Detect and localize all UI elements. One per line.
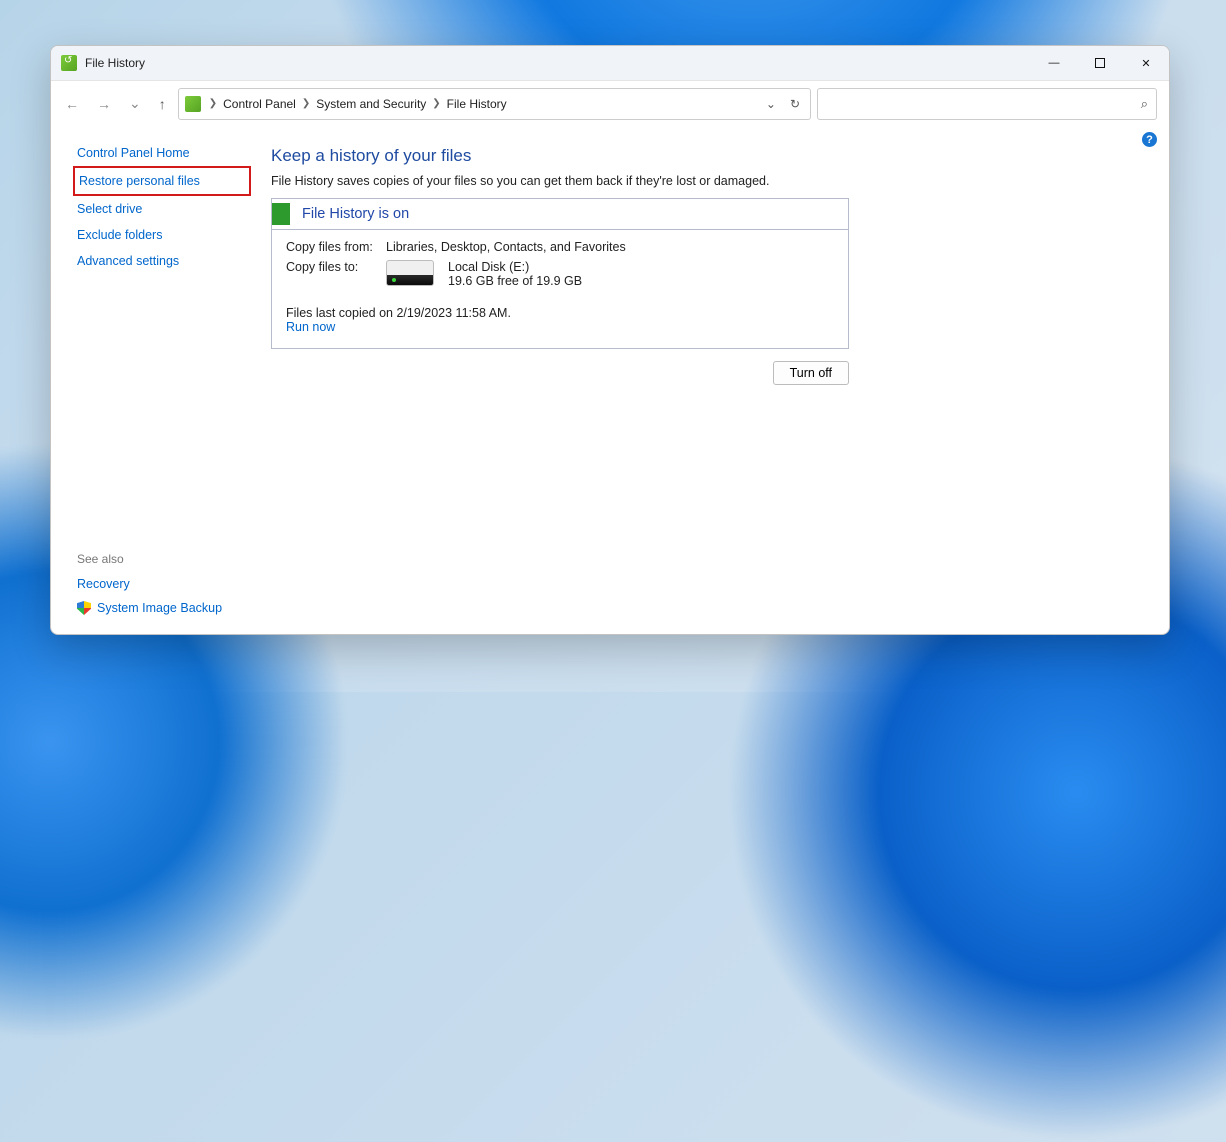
back-icon[interactable]: ← — [65, 96, 79, 112]
sidebar-link-select-drive[interactable]: Select drive — [73, 196, 251, 222]
copy-from-label: Copy files from: — [286, 240, 386, 254]
last-copied-text: Files last copied on 2/19/2023 11:58 AM. — [286, 306, 834, 320]
window-controls: — ✕ — [1031, 46, 1169, 81]
button-row: Turn off — [271, 361, 849, 385]
search-icon: ⌕ — [1141, 96, 1148, 112]
breadcrumb-item[interactable]: Control Panel — [219, 97, 300, 111]
turn-off-button[interactable]: Turn off — [773, 361, 849, 385]
see-also-label: Recovery — [77, 577, 130, 591]
search-box[interactable]: ⌕ — [817, 88, 1157, 120]
file-history-icon — [61, 55, 77, 71]
chevron-right-icon: ❯ — [207, 98, 219, 109]
titlebar[interactable]: File History — ✕ — [51, 46, 1169, 81]
see-also-header: See also — [73, 546, 251, 572]
chevron-right-icon: ❯ — [430, 98, 442, 109]
status-box: File History is on Copy files from: Libr… — [271, 198, 849, 349]
up-icon[interactable]: ↑ — [159, 96, 166, 112]
nav-icons: ← → ⌄ ↑ — [63, 95, 172, 112]
address-dropdown-icon[interactable]: ⌄ — [766, 97, 776, 111]
chevron-right-icon: ❯ — [300, 98, 312, 109]
maximize-button[interactable] — [1077, 46, 1123, 81]
body: ? Control Panel Home Restore personal fi… — [51, 126, 1169, 634]
sidebar: Control Panel Home Restore personal file… — [51, 126, 261, 634]
main-content: Keep a history of your files File Histor… — [261, 126, 1169, 634]
page-heading: Keep a history of your files — [271, 146, 1145, 166]
sidebar-link-advanced[interactable]: Advanced settings — [73, 248, 251, 274]
see-also-label: System Image Backup — [97, 601, 222, 615]
window-title: File History — [85, 56, 145, 70]
copy-from-value: Libraries, Desktop, Contacts, and Favori… — [386, 240, 626, 254]
status-body: Copy files from: Libraries, Desktop, Con… — [272, 230, 848, 348]
status-title: File History is on — [302, 206, 409, 222]
close-button[interactable]: ✕ — [1123, 46, 1169, 81]
disk-name: Local Disk (E:) — [448, 260, 582, 274]
control-panel-icon — [185, 96, 201, 112]
breadcrumb-item[interactable]: System and Security — [312, 97, 430, 111]
help-icon[interactable]: ? — [1142, 132, 1157, 147]
see-also-recovery[interactable]: Recovery — [73, 572, 251, 596]
copy-to-label: Copy files to: — [286, 260, 386, 288]
see-also-system-image-backup[interactable]: System Image Backup — [73, 596, 251, 620]
breadcrumb-item[interactable]: File History — [443, 97, 511, 111]
file-history-window: File History — ✕ ← → ⌄ ↑ ❯ Control Panel… — [50, 45, 1170, 635]
nav-row: ← → ⌄ ↑ ❯ Control Panel ❯ System and Sec… — [51, 81, 1169, 126]
run-now-link[interactable]: Run now — [286, 320, 834, 334]
address-bar[interactable]: ❯ Control Panel ❯ System and Security ❯ … — [178, 88, 811, 120]
disk-space: 19.6 GB free of 19.9 GB — [448, 274, 582, 288]
sidebar-link-restore[interactable]: Restore personal files — [73, 166, 251, 196]
refresh-icon[interactable]: ↻ — [790, 97, 800, 111]
disk-row: Local Disk (E:) 19.6 GB free of 19.9 GB — [386, 260, 582, 288]
minimize-button[interactable]: — — [1031, 46, 1077, 81]
maximize-icon — [1095, 58, 1105, 68]
shield-icon — [77, 601, 91, 615]
sidebar-link-exclude[interactable]: Exclude folders — [73, 222, 251, 248]
forward-icon[interactable]: → — [97, 96, 111, 112]
status-flag-icon — [272, 203, 290, 225]
sidebar-link-home[interactable]: Control Panel Home — [73, 140, 251, 166]
recent-dropdown-icon[interactable]: ⌄ — [129, 95, 141, 112]
hard-drive-icon — [386, 260, 434, 286]
status-header: File History is on — [272, 199, 848, 230]
page-subheading: File History saves copies of your files … — [271, 174, 1145, 188]
